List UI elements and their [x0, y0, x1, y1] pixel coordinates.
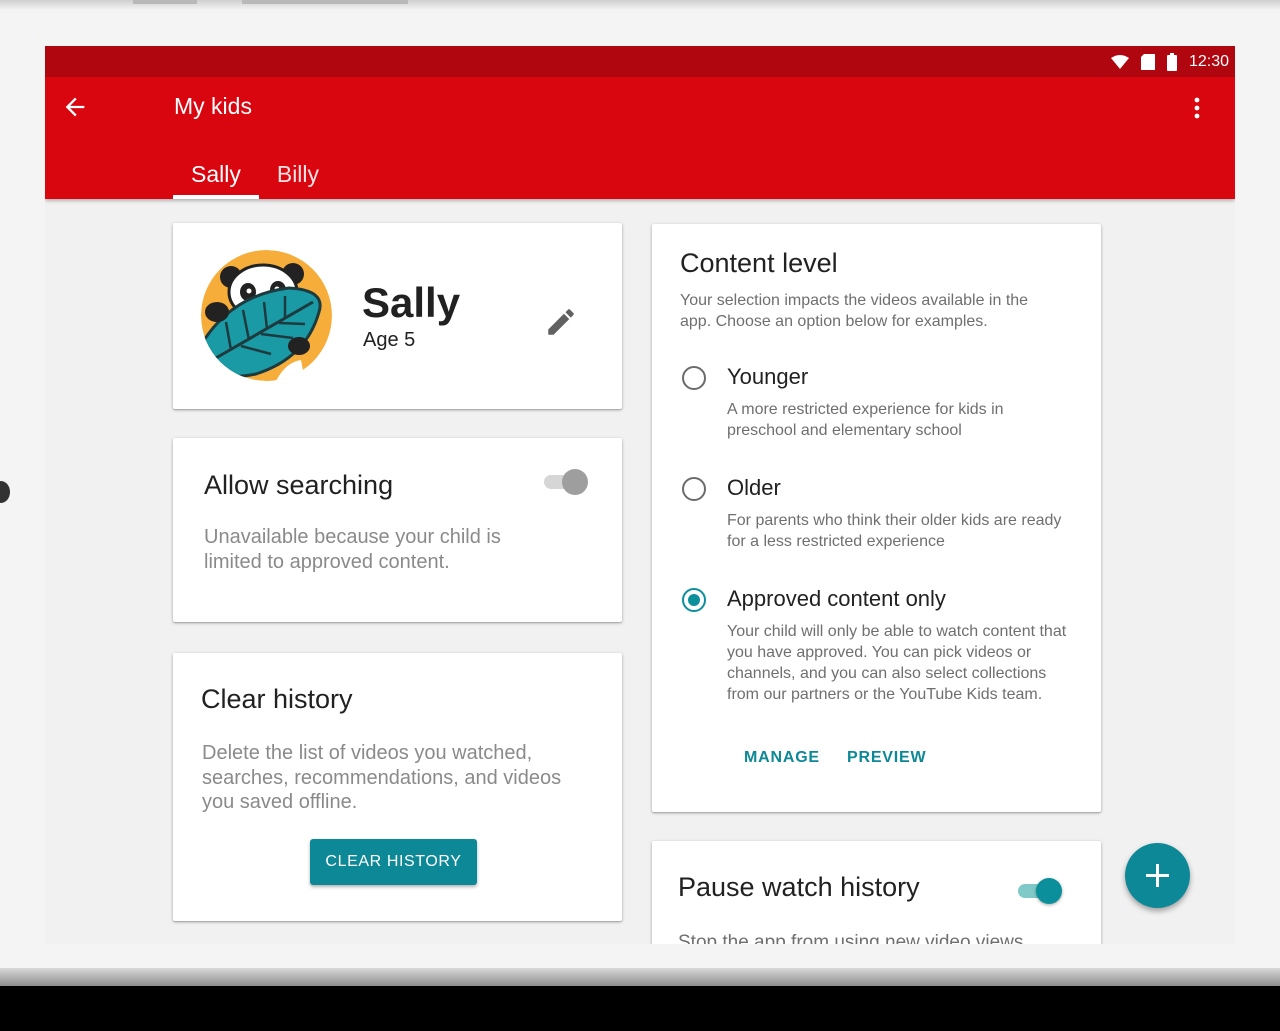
overflow-menu-button[interactable] [1185, 95, 1209, 121]
toggle-thumb [562, 469, 588, 495]
clear-history-card: Clear history Delete the list of videos … [173, 653, 622, 921]
option-approved-only: Approved content only Your child will on… [680, 586, 1080, 716]
preview-button[interactable]: PREVIEW [847, 749, 926, 767]
pause-watch-history-title: Pause watch history [678, 872, 920, 902]
option-description: A more restricted experience for kids in… [727, 401, 1004, 439]
option-label[interactable]: Older [727, 475, 781, 501]
device-bottom-edge [0, 968, 1280, 986]
toggle-thumb [1036, 878, 1062, 904]
pencil-icon [548, 309, 574, 335]
profile-name: Sally [362, 279, 461, 326]
plus-icon [1146, 864, 1169, 887]
content-level-description: Your selection impacts the videos availa… [680, 292, 1029, 330]
sim-card-icon [1140, 53, 1155, 70]
status-time: 12:30 [1188, 52, 1229, 70]
content-level-card: Content level Your selection impacts the… [652, 224, 1101, 812]
radio-younger[interactable] [682, 366, 706, 390]
allow-searching-card: Allow searching Unavailable because your… [173, 438, 622, 622]
wifi-icon [1110, 54, 1129, 69]
add-kid-fab[interactable] [1125, 843, 1190, 908]
allow-searching-title: Allow searching [204, 470, 394, 500]
allow-searching-description: Unavailable because your child is limite… [204, 526, 501, 573]
app-bar: My kids Sally Billy [45, 77, 1235, 199]
option-description: Your child will only be able to watch co… [727, 623, 1067, 703]
device-top-bezel [0, 0, 1280, 10]
page-title: My kids [174, 93, 252, 119]
avatar[interactable] [201, 250, 332, 381]
content-level-title: Content level [680, 248, 838, 278]
pause-watch-history-description: Stop the app from using new video views [678, 932, 1024, 944]
option-label[interactable]: Younger [727, 364, 808, 390]
panda-leaf-avatar [201, 250, 332, 381]
clear-history-description: Delete the list of videos you watched, s… [202, 742, 562, 813]
status-icons: 12:30 [1110, 46, 1229, 77]
allow-searching-toggle[interactable] [544, 469, 588, 495]
edit-profile-button[interactable] [544, 305, 578, 339]
option-label[interactable]: Approved content only [727, 586, 946, 612]
pause-watch-history-toggle[interactable] [1018, 878, 1062, 904]
option-younger: Younger A more restricted experience for… [680, 364, 1080, 444]
manage-button[interactable]: MANAGE [744, 749, 820, 767]
arrow-back-icon [65, 97, 85, 117]
tab-billy[interactable]: Billy [259, 156, 337, 199]
battery-icon [1166, 52, 1177, 71]
clear-history-title: Clear history [201, 684, 353, 714]
option-description: For parents who think their older kids a… [727, 512, 1062, 550]
profile-age: Age 5 [363, 329, 416, 351]
device-bottom-bezel [0, 986, 1280, 1031]
profile-card: Sally Age 5 [173, 223, 622, 409]
more-vert-icon [1194, 97, 1200, 119]
kid-tabs: Sally Billy [173, 156, 337, 199]
back-button[interactable] [61, 93, 89, 121]
status-bar: 12:30 [45, 46, 1235, 77]
tab-sally[interactable]: Sally [173, 156, 259, 199]
radio-approved-only[interactable] [682, 588, 706, 612]
bezel-segment [242, 0, 408, 4]
clear-history-button[interactable]: CLEAR HISTORY [310, 839, 477, 885]
bezel-segment [133, 0, 197, 4]
pause-watch-history-card: Pause watch history Stop the app from us… [652, 841, 1101, 944]
radio-older[interactable] [682, 477, 706, 501]
option-older: Older For parents who think their older … [680, 475, 1080, 555]
app-screen: 12:30 My kids Sally Billy Sally Age 5 Al… [45, 46, 1235, 944]
